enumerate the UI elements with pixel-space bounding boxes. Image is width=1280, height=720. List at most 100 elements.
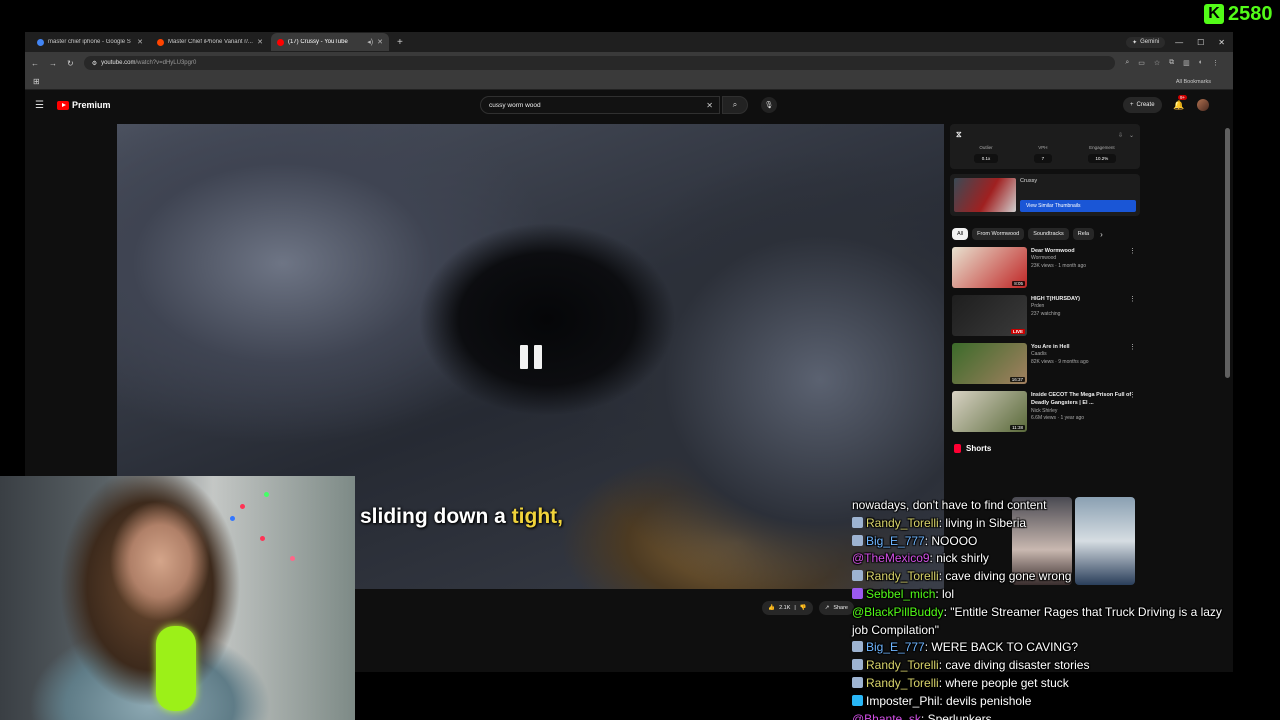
minimize-icon[interactable]: — — [1175, 38, 1183, 47]
gemini-button[interactable]: ✦ Gemini — [1126, 36, 1166, 48]
chat-username[interactable]: Randy_Torelli — [866, 676, 939, 690]
search-input[interactable]: cussy worm wood ✕ — [480, 96, 720, 114]
tab-title: Master Chief iPhone Variant r/... — [168, 39, 253, 45]
sidepanel-icon[interactable]: ▥ — [1183, 59, 1190, 67]
recommendation-title[interactable]: Inside CECOT The Mega Prison Full of Dea… — [1031, 391, 1140, 408]
recommendation-thumbnail[interactable]: 11:38 — [952, 391, 1027, 432]
close-icon[interactable]: ✕ — [257, 38, 263, 46]
chat-username[interactable]: Sebbel_mich — [866, 587, 935, 601]
chat-username[interactable]: @Bhante_sk — [852, 712, 921, 720]
all-bookmarks-button[interactable]: All Bookmarks — [1176, 79, 1211, 85]
recommendation-title[interactable]: HIGH T(HURSDAY) — [1031, 295, 1140, 303]
view-similar-thumbnails-button[interactable]: View Similar Thumbnails — [1020, 200, 1136, 212]
profile-icon[interactable]: ◐ — [1199, 59, 1203, 67]
chip-from-wormwood[interactable]: From Wormwood — [972, 228, 1025, 240]
chat-username[interactable]: Randy_Torelli — [866, 658, 939, 672]
stream-chat-overlay: nowadays, don't have to find content Rand… — [852, 497, 1232, 720]
pause-icon[interactable] — [520, 345, 542, 369]
extensions-icon[interactable]: ⧉ — [1169, 59, 1174, 67]
chat-message: Imposter_Phil: devils penishole — [852, 693, 1232, 711]
chip-soundtracks[interactable]: Soundtracks — [1028, 228, 1069, 240]
chat-username[interactable]: Big_E_777 — [866, 534, 925, 548]
more-options-icon[interactable]: ⋮ — [1129, 343, 1136, 351]
chat-username[interactable]: Imposter_Phil — [866, 694, 939, 708]
chat-badge-icon — [852, 659, 863, 671]
chat-badge-icon — [852, 587, 863, 599]
live-badge: LIVE — [1010, 329, 1025, 334]
like-button[interactable]: 👍 2.1K | 👎 — [762, 601, 813, 615]
chat-username[interactable]: Randy_Torelli — [866, 516, 939, 530]
shorts-header: Shorts — [954, 444, 1140, 453]
more-options-icon[interactable]: ⋮ — [1129, 391, 1136, 399]
create-button[interactable]: + Create — [1123, 97, 1162, 113]
search-button[interactable]: ⌕ — [722, 96, 748, 114]
tab-youtube[interactable]: (17) Crussy - YouTube ◂) ✕ — [271, 33, 389, 51]
chat-text: WERE BACK TO CAVING? — [931, 640, 1079, 655]
thumbs-down-icon[interactable]: 👎 — [800, 605, 807, 611]
account-avatar[interactable] — [1197, 99, 1209, 111]
recommendation-channel[interactable]: Wormwood — [1031, 255, 1140, 263]
recommendation-channel[interactable]: Caadis — [1031, 351, 1140, 359]
recommendation-thumbnail[interactable]: 8:05 — [952, 247, 1027, 288]
recommendation-item[interactable]: LIVE HIGH T(HURSDAY) Prden 237 watching … — [952, 295, 1140, 336]
recommendation-item[interactable]: 11:38 Inside CECOT The Mega Prison Full … — [952, 391, 1140, 432]
close-icon[interactable]: ✕ — [377, 38, 383, 46]
chip-related[interactable]: Rela — [1072, 228, 1095, 240]
chat-text: Sperlunkers — [927, 711, 992, 720]
clear-search-icon[interactable]: ✕ — [706, 101, 713, 110]
chat-message: nowadays, don't have to find content — [852, 497, 1232, 515]
light-dot — [260, 536, 265, 541]
youtube-logo[interactable]: Premium — [57, 100, 111, 110]
chat-username[interactable]: Big_E_777 — [866, 640, 925, 654]
recommendation-title[interactable]: You Are in Hell — [1031, 343, 1140, 351]
recommendation-thumbnail[interactable]: LIVE — [952, 295, 1027, 336]
hamburger-menu-icon[interactable]: ☰ — [35, 100, 44, 111]
chat-message: Randy_Torelli: living in Siberia — [852, 515, 1232, 533]
more-options-icon[interactable]: ⋮ — [1129, 247, 1136, 255]
chat-badge-icon — [852, 534, 863, 546]
chat-username[interactable]: @TheMexico9 — [852, 551, 930, 565]
recommendation-channel[interactable]: Prden — [1031, 303, 1140, 311]
chat-username[interactable]: @BlackPillBuddy — [852, 605, 944, 619]
share-button[interactable]: ↗ Share — [818, 601, 854, 615]
close-icon[interactable]: ✕ — [137, 38, 143, 46]
chip-all[interactable]: All — [952, 228, 969, 240]
extension-logo-icon: ⧖ — [956, 130, 962, 139]
reload-icon[interactable]: ↻ — [67, 59, 74, 68]
maximize-icon[interactable]: ☐ — [1197, 38, 1204, 47]
plus-icon[interactable]: + — [391, 37, 409, 48]
chat-username[interactable]: Randy_Torelli — [866, 569, 939, 583]
recommendation-title[interactable]: Dear Wormwood — [1031, 247, 1140, 255]
tab-google-search[interactable]: master chief iphone - Google S ✕ — [31, 33, 149, 51]
video-caption: sliding down a tight, — [360, 505, 563, 529]
forward-icon[interactable]: → — [49, 59, 57, 68]
speaker-icon[interactable]: ◂) — [367, 38, 373, 46]
zoom-icon[interactable]: ⌕ — [1125, 59, 1129, 67]
light-dot — [240, 504, 245, 509]
recommendation-thumbnail[interactable]: 16:37 — [952, 343, 1027, 384]
close-window-icon[interactable]: ✕ — [1218, 38, 1225, 47]
cast-icon[interactable]: ▭ — [1138, 59, 1145, 67]
bookmark-star-icon[interactable]: ☆ — [1154, 59, 1160, 67]
more-menu-icon[interactable]: ⋮ — [1212, 59, 1219, 67]
search-icon: ⌕ — [732, 100, 738, 109]
page-scrollbar[interactable] — [1225, 128, 1230, 378]
url-field[interactable]: ⚙ youtube.com/watch?v=dHyLU3pgr0 — [83, 56, 1116, 70]
notifications-bell-icon[interactable]: 🔔 — [1173, 100, 1184, 111]
site-info-icon[interactable]: ⚙ — [92, 60, 97, 67]
back-icon[interactable]: ← — [31, 59, 39, 68]
apps-grid-icon[interactable]: ⊞ — [33, 77, 40, 86]
recommendation-channel[interactable]: Nick Shirley — [1031, 408, 1140, 416]
window-controls: — ☐ ✕ — [1175, 38, 1225, 47]
recommendation-item[interactable]: 16:37 You Are in Hell Caadis 82K views ·… — [952, 343, 1140, 384]
chevron-right-icon[interactable]: › — [1100, 230, 1103, 239]
chevron-down-icon[interactable]: ⌄ — [1129, 132, 1134, 139]
recommendation-list: 8:05 Dear Wormwood Wormwood 23K views · … — [950, 247, 1140, 432]
chat-text: nowadays, don't have to find content — [852, 498, 1047, 512]
recommendation-item[interactable]: 8:05 Dear Wormwood Wormwood 23K views · … — [952, 247, 1140, 288]
voice-search-button[interactable]: 🎙 — [761, 97, 777, 113]
more-options-icon[interactable]: ⋮ — [1129, 295, 1136, 303]
tab-bar: master chief iphone - Google S ✕ Master … — [25, 32, 1233, 52]
tab-reddit[interactable]: Master Chief iPhone Variant r/... ✕ — [151, 33, 269, 51]
download-icon[interactable]: ⇩ — [1118, 132, 1123, 139]
